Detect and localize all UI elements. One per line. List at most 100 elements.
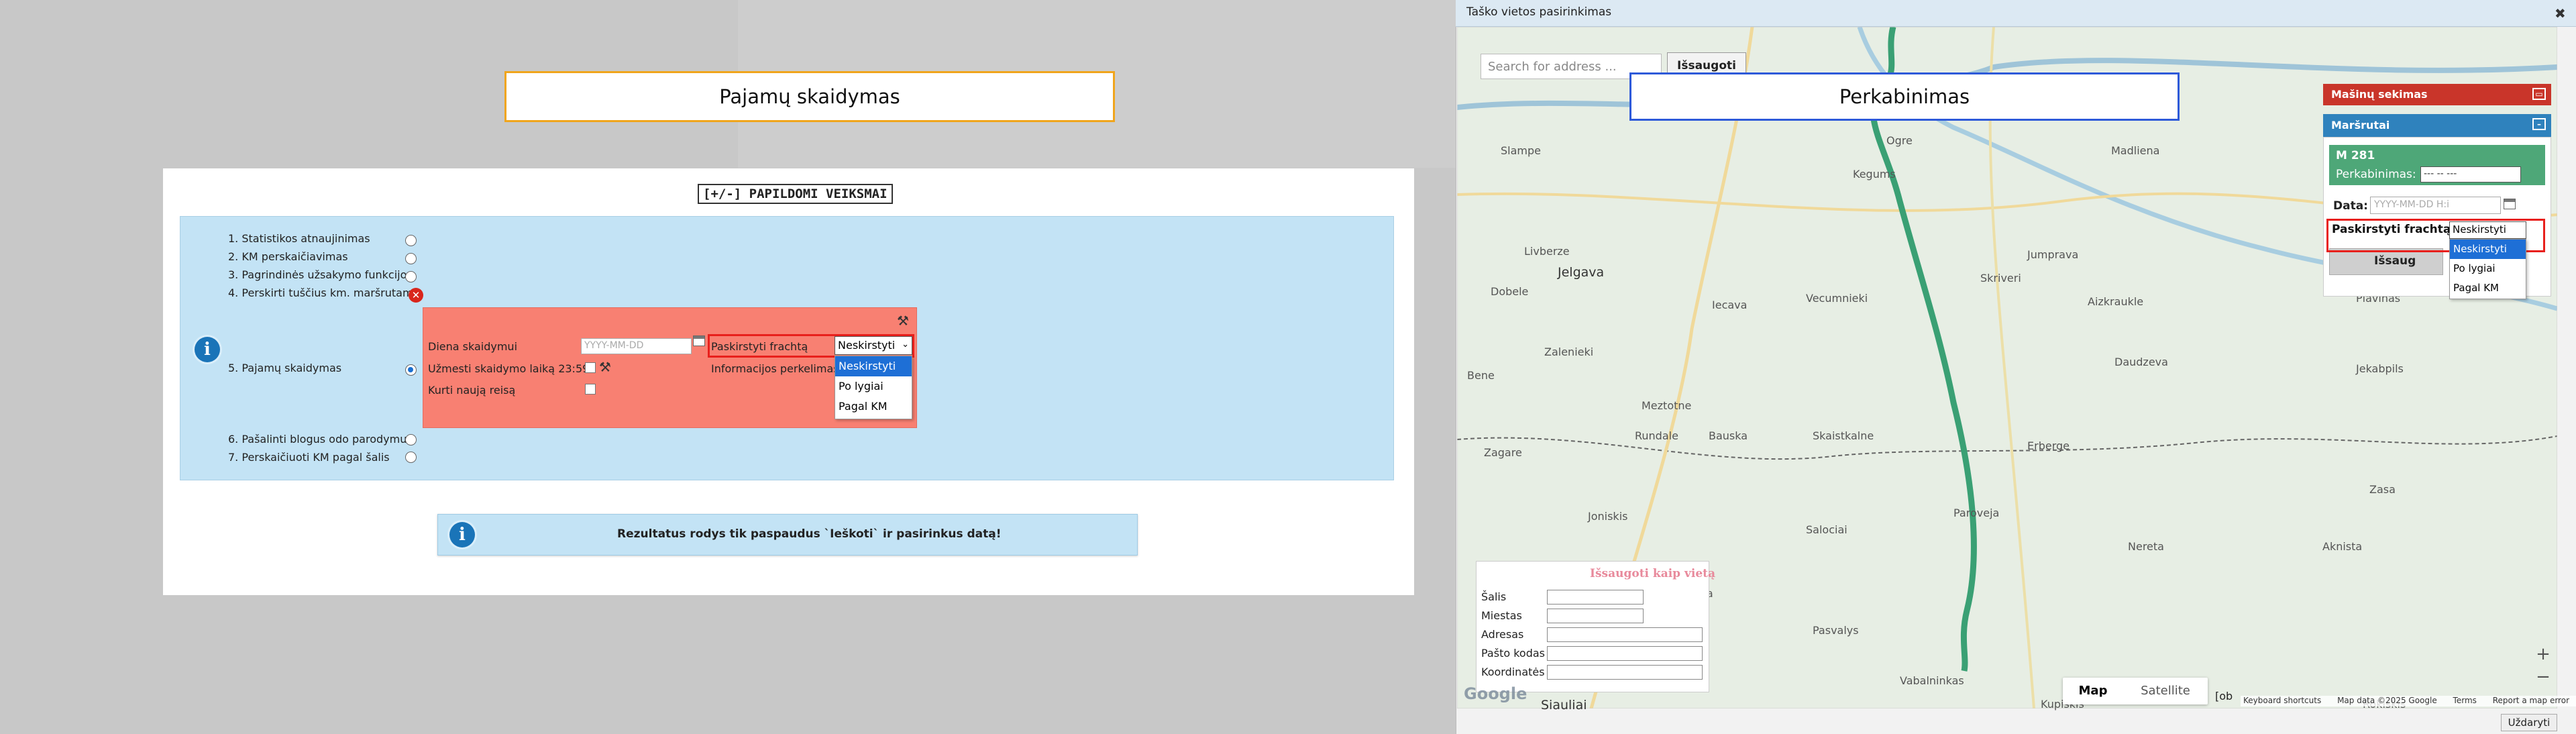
- set-time-label: Užmesti skaidymo laiką 23:59: [428, 362, 590, 375]
- map-place-label: Dobele: [1491, 285, 1529, 298]
- minimize-icon[interactable]: –: [2532, 118, 2546, 130]
- map-place-label: Meztotne: [1642, 399, 1692, 412]
- map-view-button[interactable]: Map: [2063, 678, 2123, 704]
- radio-km-recalc[interactable]: [405, 253, 417, 264]
- map-place-label: Zagare: [1484, 446, 1522, 459]
- radio-remove-odo[interactable]: [405, 434, 417, 445]
- saved-as-location-title: Išsaugoti kaip vietą: [1590, 567, 1715, 580]
- new-trip-checkbox[interactable]: [585, 384, 596, 395]
- calendar-icon[interactable]: [693, 335, 705, 346]
- radio-income-split[interactable]: [405, 364, 417, 376]
- option-main-functions: 3. Pagrindinės užsakymo funkcijos: [228, 268, 413, 281]
- map-place-label: Jekabpils: [2356, 362, 2404, 375]
- postal-code-input[interactable]: [1547, 646, 1703, 661]
- toggle-additional-actions-button[interactable]: [+/-] PAPILDOMI VEIKSMAI: [698, 184, 893, 204]
- map-place-label: Aknista: [2322, 540, 2363, 553]
- error-icon: ✕: [409, 288, 423, 303]
- dropdown-option[interactable]: Pagal KM: [2450, 278, 2526, 298]
- new-trip-label: Kurti naują reisą: [428, 384, 516, 397]
- info-transfer-label: Informacijos perkelimas: [711, 362, 839, 375]
- map-place-label: Siauliai: [1541, 698, 1587, 713]
- map-place-label: Slampe: [1501, 144, 1541, 157]
- zoom-out-button[interactable]: −: [2533, 667, 2553, 687]
- date-label: Data:: [2333, 199, 2368, 213]
- result-notice-text: Rezultatus rodys tik paspaudus `Ieškoti`…: [617, 527, 1002, 541]
- map-place-label: Livberze: [1524, 245, 1570, 258]
- set-time-checkbox[interactable]: [585, 362, 596, 373]
- dialog-title: Taško vietos pasirinkimas: [1456, 0, 2576, 27]
- dropdown-option[interactable]: Po lygiai: [2450, 259, 2526, 278]
- option-km-recalc: 2. KM perskaičiavimas: [228, 250, 348, 263]
- country-input[interactable]: [1547, 590, 1644, 605]
- close-dialog-button[interactable]: Uždaryti: [2501, 714, 2557, 731]
- freight-dropdown: Neskirstyti Po lygiai Pagal KM: [2449, 239, 2526, 299]
- dropdown-option[interactable]: Pagal KM: [835, 397, 912, 417]
- routes-header[interactable]: Maršrutai –: [2323, 114, 2551, 137]
- map-place-label: Erberge: [2027, 439, 2070, 452]
- address-input[interactable]: [1547, 627, 1703, 642]
- option-statistics: 1. Statistikos atnaujinimas: [228, 232, 370, 245]
- map-place-label: Vecumnieki: [1806, 292, 1868, 305]
- save-route-button[interactable]: Išsaug: [2329, 248, 2443, 275]
- reload-label: Perkabinimas:: [2336, 168, 2416, 181]
- map-place-label: Jelgava: [1558, 265, 1605, 280]
- map-place-label: Joniskis: [1588, 510, 1628, 523]
- wrench-icon[interactable]: ⚒: [897, 313, 909, 329]
- country-label: Šalis: [1481, 590, 1507, 603]
- callout-reload: Perkabinimas: [1629, 72, 2180, 121]
- map-place-label: Salociai: [1806, 523, 1847, 536]
- map-data-text: Map data ©2025 Google: [2337, 696, 2437, 705]
- dropdown-option[interactable]: Neskirstyti: [835, 356, 912, 376]
- option-remove-odo: 6. Pašalinti blogus odo parodymus: [228, 433, 413, 445]
- option-km-by-country: 7. Perskaičiuoti KM pagal šalis: [228, 451, 390, 464]
- map-place-label: Aizkraukle: [2088, 295, 2144, 308]
- map-place-label: Madliena: [2111, 144, 2160, 157]
- split-date-input[interactable]: YYYY-MM-DD: [581, 338, 692, 354]
- coordinates-input[interactable]: [1547, 665, 1703, 680]
- map-place-label: Pasvalys: [1813, 624, 1859, 637]
- map-place-label: Skriveri: [1980, 272, 2021, 284]
- freight-dropdown: Neskirstyti Po lygiai Pagal KM: [835, 356, 912, 419]
- wrench-icon[interactable]: ⚒: [599, 359, 611, 375]
- terms-link[interactable]: Terms: [2453, 696, 2477, 705]
- map-place-label: Kegums: [1853, 168, 1896, 180]
- info-icon: i: [195, 337, 220, 362]
- route-name: M 281: [2336, 149, 2375, 162]
- highlight-outline: [708, 334, 914, 358]
- option-empty-km: 4. Perskirti tuščius km. maršrutams: [228, 286, 419, 299]
- map-place-label: Zalenieki: [1544, 346, 1594, 358]
- radio-statistics[interactable]: [405, 235, 417, 246]
- dropdown-option[interactable]: Po lygiai: [835, 376, 912, 397]
- split-day-label: Diena skaidymui: [428, 340, 518, 353]
- coordinates-label: Koordinatės: [1481, 666, 1545, 678]
- map-place-label: Bauska: [1709, 429, 1748, 442]
- map-place-label: Iecava: [1712, 299, 1748, 311]
- radio-main-functions[interactable]: [405, 271, 417, 282]
- city-label: Miestas: [1481, 609, 1522, 622]
- close-icon[interactable]: ✖: [2555, 5, 2566, 21]
- map-place-label: Zasa: [2369, 483, 2396, 496]
- vehicle-tracking-header[interactable]: Mašinų sekimas ▭: [2323, 84, 2551, 105]
- dropdown-option[interactable]: Neskirstyti: [2450, 240, 2526, 259]
- map-place-label: Bene: [1467, 369, 1495, 382]
- address-label: Adresas: [1481, 628, 1524, 641]
- map-place-label: Paroveja: [1953, 507, 2000, 519]
- callout-income-split: Pajamų skaidymas: [504, 71, 1115, 122]
- date-input[interactable]: YYYY-MM-DD H:i: [2370, 197, 2501, 214]
- satellite-view-button[interactable]: Satellite: [2125, 678, 2206, 704]
- map-place-label: Daudzeva: [2114, 356, 2168, 368]
- reload-select[interactable]: --- -- ---: [2420, 166, 2521, 182]
- map-place-label: Vabalninkas: [1900, 674, 1964, 687]
- map-place-label: Ogre: [1886, 134, 1913, 147]
- map-place-label: Nereta: [2128, 540, 2164, 553]
- calendar-icon[interactable]: [2504, 199, 2516, 209]
- keyboard-shortcuts-link[interactable]: Keyboard shortcuts: [2243, 696, 2321, 705]
- report-error-link[interactable]: Report a map error: [2493, 696, 2569, 705]
- map-place-label: Rundale: [1635, 429, 1678, 442]
- ob-fragment: [ob: [2215, 690, 2233, 702]
- postal-code-label: Pašto kodas: [1481, 647, 1545, 660]
- radio-km-by-country[interactable]: [405, 452, 417, 463]
- zoom-in-button[interactable]: +: [2533, 644, 2553, 664]
- city-input[interactable]: [1547, 609, 1644, 623]
- window-icon[interactable]: ▭: [2532, 88, 2546, 100]
